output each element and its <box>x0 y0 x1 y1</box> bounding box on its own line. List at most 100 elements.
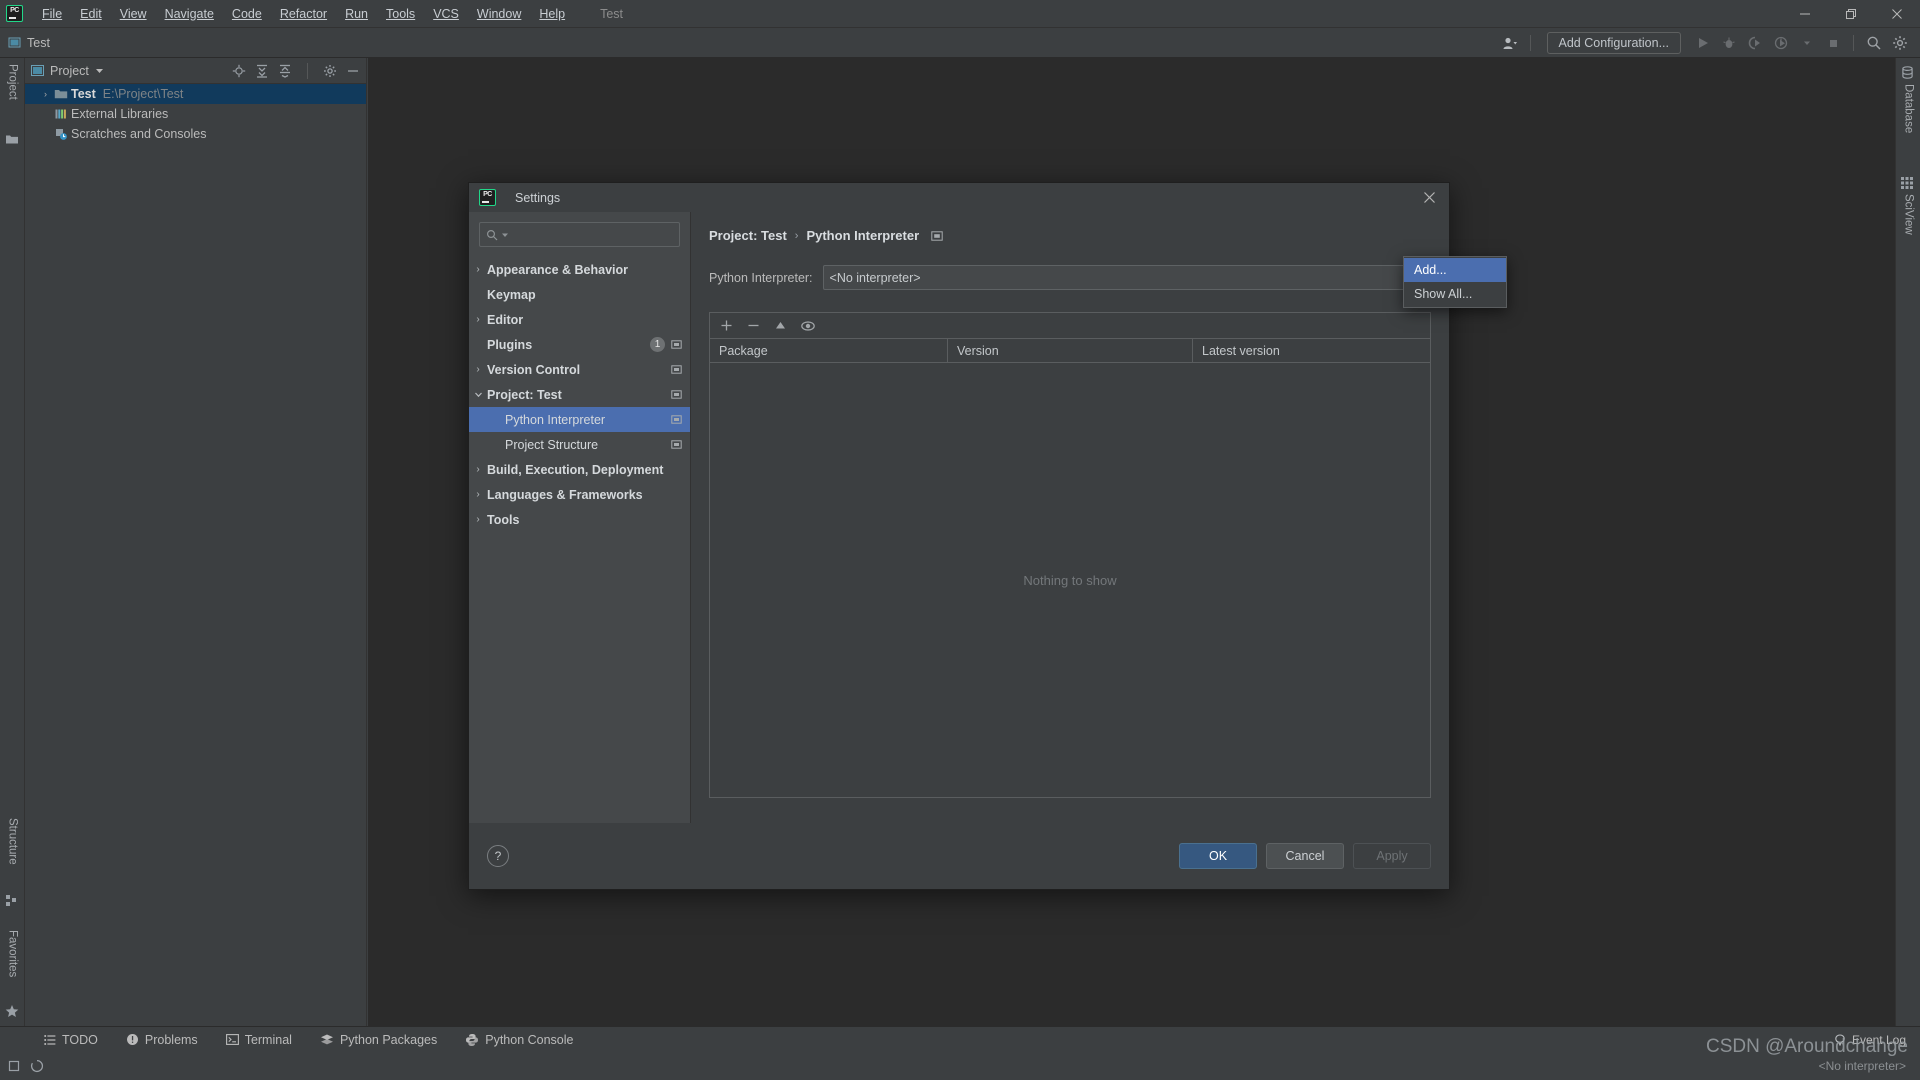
chevron-right-icon[interactable]: › <box>469 364 487 375</box>
locate-icon[interactable] <box>232 64 246 78</box>
add-icon[interactable] <box>720 319 733 332</box>
menu-item-run-label: Run <box>345 6 368 21</box>
project-tree-row-external-libraries[interactable]: External Libraries <box>25 104 366 124</box>
settings-tree-item-project-structure[interactable]: Project Structure <box>469 432 690 457</box>
status-bar-item-todo[interactable]: TODO <box>30 1033 112 1047</box>
stripe-button-database[interactable]: Database <box>1896 84 1920 154</box>
project-tree-row-scratches[interactable]: Scratches and Consoles <box>25 124 366 144</box>
menu-item-window[interactable]: Window <box>468 4 530 24</box>
gear-icon[interactable] <box>1888 31 1912 55</box>
chevron-right-icon[interactable]: › <box>469 264 487 275</box>
toolbar-project-chip[interactable]: Test <box>8 36 50 50</box>
chevron-down-icon[interactable] <box>95 62 104 80</box>
copy-settings-icon[interactable] <box>671 414 682 425</box>
stripe-button-sciview[interactable]: SciView <box>1896 194 1920 258</box>
project-window-icon <box>31 64 44 77</box>
stop-icon[interactable] <box>1821 31 1845 55</box>
menu-item-code[interactable]: Code <box>223 4 271 24</box>
chevron-right-icon[interactable]: › <box>469 314 487 325</box>
copy-settings-icon[interactable] <box>671 364 682 375</box>
stripe-button-favorites[interactable]: Favorites <box>0 930 25 998</box>
menu-item-vcs[interactable]: VCS <box>424 4 468 24</box>
menu-item-tools[interactable]: Tools <box>377 4 424 24</box>
chevron-right-icon[interactable]: › <box>469 489 487 500</box>
menu-item-refactor[interactable]: Refactor <box>271 4 336 24</box>
status-bar-label-todo: TODO <box>62 1032 98 1047</box>
settings-dialog-title: Settings <box>515 190 561 205</box>
problems-icon <box>126 1033 139 1046</box>
settings-tree-item-version-control[interactable]: › Version Control <box>469 357 690 382</box>
run-coverage-icon[interactable] <box>1743 31 1767 55</box>
column-header-version[interactable]: Version <box>948 339 1193 362</box>
memory-icon[interactable] <box>8 1059 22 1073</box>
settings-dialog-footer: ? OK Cancel Apply <box>469 823 1449 889</box>
settings-tree-item-python-interpreter[interactable]: Python Interpreter <box>469 407 690 432</box>
popup-menu-item-add[interactable]: Add... <box>1404 258 1506 282</box>
breadcrumb-project[interactable]: Project: Test <box>709 228 787 243</box>
remove-icon[interactable] <box>747 319 760 332</box>
close-icon[interactable] <box>1874 0 1920 28</box>
run-icon[interactable] <box>1691 31 1715 55</box>
status-bar-item-python-packages[interactable]: Python Packages <box>306 1033 451 1047</box>
collapse-all-icon[interactable] <box>278 64 292 78</box>
maximize-icon[interactable] <box>1828 0 1874 28</box>
menu-bar: PC File Edit View Navigate Code Refactor… <box>0 0 1920 28</box>
chevron-down-icon[interactable] <box>469 390 487 399</box>
settings-tree-item-plugins[interactable]: Plugins 1 <box>469 332 690 357</box>
status-bar-item-terminal[interactable]: Terminal <box>212 1033 306 1047</box>
dropdown-icon[interactable] <box>1795 31 1819 55</box>
search-icon[interactable] <box>1862 31 1886 55</box>
status-bar-label-python-packages: Python Packages <box>339 1032 438 1047</box>
add-configuration-button[interactable]: Add Configuration... <box>1546 32 1681 54</box>
column-header-latest-version[interactable]: Latest version <box>1193 339 1430 362</box>
copy-settings-icon[interactable] <box>671 339 682 350</box>
settings-tree-item-appearance-behavior[interactable]: › Appearance & Behavior <box>469 257 690 282</box>
copy-settings-icon[interactable] <box>671 389 682 400</box>
settings-dialog: PC Settings › Appearance & Behavior Keym… <box>468 182 1450 890</box>
settings-tree-item-editor[interactable]: › Editor <box>469 307 690 332</box>
project-tree-row-test[interactable]: › Test E:\Project\Test <box>25 84 366 104</box>
settings-tree-item-project-test[interactable]: Project: Test <box>469 382 690 407</box>
menu-item-help[interactable]: Help <box>530 4 574 24</box>
show-early-releases-icon[interactable] <box>801 319 815 333</box>
chevron-right-icon[interactable]: › <box>469 514 487 525</box>
debug-icon[interactable] <box>1717 31 1741 55</box>
menu-item-navigate[interactable]: Navigate <box>156 4 223 24</box>
status-bar-item-python-console[interactable]: Python Console <box>451 1033 587 1047</box>
python-interpreter-select[interactable]: <No interpreter> <box>822 265 1431 290</box>
ok-button[interactable]: OK <box>1179 843 1257 869</box>
profile-icon[interactable] <box>1769 31 1793 55</box>
menu-item-file[interactable]: File <box>33 4 71 24</box>
stripe-button-project[interactable]: Project <box>0 64 25 126</box>
stripe-button-structure[interactable]: Structure <box>0 818 25 888</box>
upgrade-icon[interactable] <box>774 319 787 332</box>
search-icon <box>486 229 498 241</box>
minimize-icon[interactable] <box>1782 0 1828 28</box>
search-options-icon[interactable] <box>501 231 509 239</box>
help-button[interactable]: ? <box>487 845 509 867</box>
settings-tree-item-tools[interactable]: › Tools <box>469 507 690 532</box>
user-icon[interactable] <box>1498 31 1522 55</box>
cancel-button[interactable]: Cancel <box>1266 843 1344 869</box>
popup-menu-item-show-all[interactable]: Show All... <box>1404 282 1506 306</box>
bottom-bar-interpreter-status[interactable]: <No interpreter> <box>1819 1059 1906 1073</box>
menu-item-view[interactable]: View <box>111 4 156 24</box>
search-input[interactable] <box>479 222 680 247</box>
chevron-right-icon[interactable]: › <box>39 89 52 99</box>
menu-item-edit[interactable]: Edit <box>71 4 111 24</box>
settings-tree-item-keymap[interactable]: Keymap <box>469 282 690 307</box>
settings-tree-label-plugins: Plugins <box>487 337 533 352</box>
copy-settings-icon[interactable] <box>671 439 682 450</box>
copy-settings-icon[interactable] <box>931 230 943 242</box>
chevron-right-icon[interactable]: › <box>469 464 487 475</box>
status-bar-item-problems[interactable]: Problems <box>112 1033 212 1047</box>
menu-item-run[interactable]: Run <box>336 4 377 24</box>
gear-icon[interactable] <box>323 64 337 78</box>
stripe-button-sciview-label: SciView <box>1902 194 1915 235</box>
column-header-package[interactable]: Package <box>710 339 948 362</box>
expand-all-icon[interactable] <box>255 64 269 78</box>
settings-tree-item-languages-frameworks[interactable]: › Languages & Frameworks <box>469 482 690 507</box>
close-icon[interactable] <box>1417 187 1441 209</box>
hide-icon[interactable] <box>346 64 360 78</box>
settings-tree-item-build-execution-deployment[interactable]: › Build, Execution, Deployment <box>469 457 690 482</box>
